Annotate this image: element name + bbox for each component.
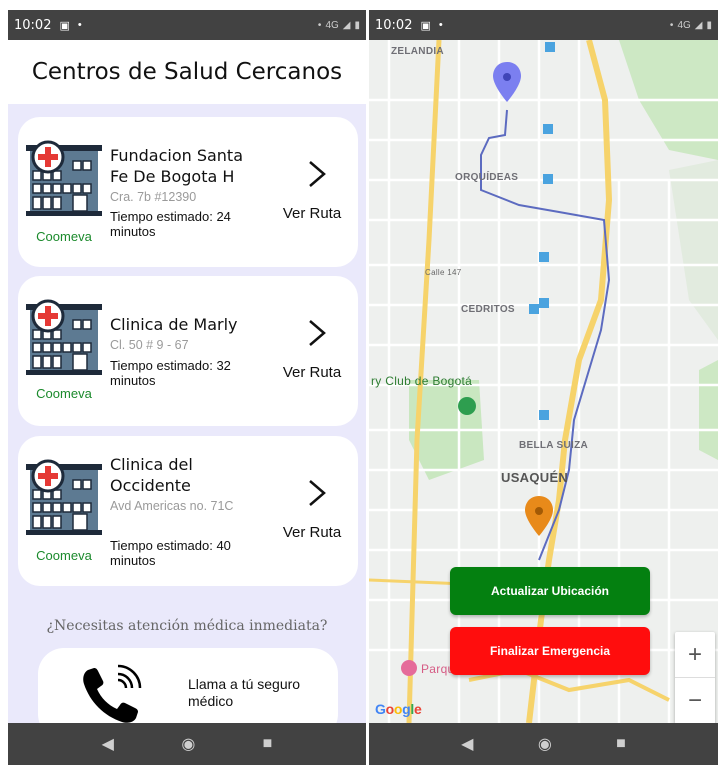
end-emergency-button[interactable]: Finalizar Emergencia	[450, 627, 650, 675]
update-location-button[interactable]: Actualizar Ubicación	[450, 567, 650, 615]
network-label: 4G	[677, 19, 691, 31]
map-pin-icon	[493, 62, 521, 102]
page-title: Centros de Salud Cercanos	[31, 59, 343, 85]
back-icon[interactable]: ◀	[102, 734, 114, 754]
map-pin-icon	[525, 496, 553, 536]
map-label: ry Club de Bogotá	[371, 374, 473, 388]
network-label: 4G	[325, 19, 339, 31]
map-label: Calle 147	[425, 268, 462, 277]
signal-icon: ◢	[694, 19, 703, 31]
center-name: Fundacion Santa Fe De Bogota H	[110, 146, 244, 186]
phone-icon	[78, 662, 144, 728]
dot-icon: •	[438, 19, 443, 31]
call-text: Llama a tú seguro médico	[188, 676, 301, 709]
center-eta: Tiempo estimado: 32 minutos	[110, 358, 231, 388]
dot-icon: •	[317, 19, 322, 31]
dot-icon: •	[669, 19, 674, 31]
map-label: ORQUÍDEAS	[455, 172, 519, 183]
emergency-question: ¿Necesitas atención médica inmediata?	[46, 618, 328, 634]
centers-list: Centros de Salud Cercanos Coomeva Fundac…	[8, 40, 366, 740]
ver-ruta-button[interactable]: Ver Ruta	[272, 364, 352, 381]
status-bar: 10:02 ▣ • • 4G ◢ ▮	[369, 10, 718, 40]
hospital-icon	[24, 456, 104, 536]
nav-bar: ◀ ◉ ■	[369, 723, 718, 765]
status-bar: 10:02 ▣ • • 4G ◢ ▮	[8, 10, 366, 40]
ver-ruta-button[interactable]: Ver Ruta	[272, 524, 352, 541]
battery-icon: ▮	[354, 19, 360, 31]
center-name: Clinica del Occidente	[110, 455, 193, 495]
center-eta: Tiempo estimado: 24 minutos	[110, 209, 231, 239]
battery-icon: ▮	[706, 19, 712, 31]
hospital-icon	[24, 137, 104, 217]
provider-label: Coomeva	[36, 229, 92, 244]
google-logo: Google	[375, 701, 422, 717]
back-icon[interactable]: ◀	[461, 734, 473, 754]
notification-icon: ▣	[59, 19, 70, 32]
provider-label: Coomeva	[36, 386, 92, 401]
chevron-right-icon[interactable]	[300, 318, 330, 348]
status-time: 10:02	[14, 17, 52, 33]
right-screen: 10:02 ▣ • • 4G ◢ ▮ ZELANDIA ORQUÍDEAS Ca…	[369, 10, 718, 765]
center-address: Cl. 50 # 9 - 67	[110, 338, 189, 352]
center-name: Clinica de Marly	[110, 315, 238, 334]
status-time: 10:02	[375, 17, 413, 33]
home-icon[interactable]: ◉	[538, 734, 552, 754]
center-card[interactable]: Coomeva Fundacion Santa Fe De Bogota H C…	[18, 117, 358, 267]
zoom-in-button[interactable]: +	[675, 632, 715, 678]
map-label: ZELANDIA	[391, 46, 444, 57]
signal-icon: ◢	[342, 19, 351, 31]
nav-bar: ◀ ◉ ■	[8, 723, 366, 765]
home-icon[interactable]: ◉	[181, 734, 195, 754]
left-screen: 10:02 ▣ • • 4G ◢ ▮ Centros de Salud Cerc…	[8, 10, 366, 765]
center-address: Avd Americas no. 71C	[110, 499, 234, 513]
chevron-right-icon[interactable]	[300, 478, 330, 508]
dot-icon: •	[77, 19, 82, 31]
hospital-icon	[24, 296, 104, 376]
map-view[interactable]: ZELANDIA ORQUÍDEAS Calle 147 CEDRITOS ry…	[369, 40, 718, 723]
center-eta: Tiempo estimado: 40 minutos	[110, 538, 231, 568]
center-address: Cra. 7b #12390	[110, 190, 197, 204]
map-label: BELLA SUIZA	[519, 440, 589, 451]
chevron-right-icon[interactable]	[300, 159, 330, 189]
center-card[interactable]: Coomeva Clinica de Marly Cl. 50 # 9 - 67…	[18, 276, 358, 426]
zoom-out-button[interactable]: −	[675, 678, 715, 723]
header: Centros de Salud Cercanos	[8, 40, 366, 104]
notification-icon: ▣	[420, 19, 431, 32]
map-label: CEDRITOS	[461, 304, 515, 315]
zoom-controls: + −	[675, 632, 715, 723]
ver-ruta-button[interactable]: Ver Ruta	[272, 205, 352, 222]
center-card[interactable]: Coomeva Clinica del Occidente Avd Americ…	[18, 436, 358, 586]
recents-icon[interactable]: ■	[263, 735, 273, 753]
recents-icon[interactable]: ■	[616, 735, 626, 753]
provider-label: Coomeva	[36, 548, 92, 563]
map-label: USAQUÉN	[501, 470, 569, 485]
